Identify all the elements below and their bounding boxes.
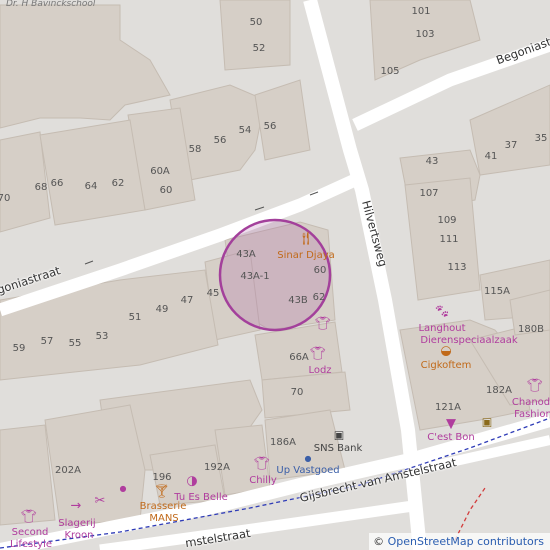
house-number: 53 (95, 331, 109, 342)
house-number: 50 (249, 17, 263, 28)
house-number: 56 (263, 121, 277, 132)
poi-label-sns-bank[interactable]: SNS Bank (314, 444, 362, 454)
map-view[interactable]: Dr. H Bavinckschool Hilvertsweg Begonias… (0, 0, 550, 550)
shirt-icon[interactable]: 👕︎ (527, 380, 544, 393)
poi-label-mans[interactable]: MANS (149, 514, 178, 524)
house-number: 43A-1 (240, 271, 270, 282)
building-62-68 (39, 119, 146, 226)
poi-label-dierenspeciaalzaak[interactable]: Dierenspeciaalzaak (420, 336, 517, 346)
house-number: 115A (484, 286, 510, 297)
house-number: 70 (0, 193, 11, 204)
house-number: 121A (435, 402, 461, 413)
house-number: 51 (128, 312, 142, 323)
house-number: 45 (206, 288, 220, 299)
house-number: 57 (40, 336, 54, 347)
house-number: 105 (380, 66, 400, 77)
hairdresser-icon[interactable]: ◑ (186, 475, 197, 488)
poi-label-sinar-djaya[interactable]: Sinar Djaya (277, 251, 335, 261)
house-number: 56 (213, 135, 227, 146)
attribution-link[interactable]: OpenStreetMap contributors (388, 535, 544, 548)
house-number: 55 (68, 338, 82, 349)
shop-dot-icon[interactable]: ● (120, 485, 127, 493)
house-number: 103 (415, 29, 435, 40)
shirt-icon[interactable]: 👕︎ (310, 348, 327, 361)
house-number: 37 (504, 140, 518, 151)
house-number: 52 (252, 43, 266, 54)
paw-icon[interactable]: 🐾︎ (434, 306, 451, 319)
building-70b (261, 371, 351, 419)
house-number: 60A (150, 166, 170, 177)
building-56 (254, 79, 311, 161)
shirt-icon[interactable]: 👕︎ (315, 318, 332, 331)
butcher-icon[interactable]: → (71, 500, 82, 513)
house-number: 62 (312, 292, 326, 303)
house-number: 66 (50, 178, 64, 189)
poi-label-brasserie[interactable]: Brasserie (140, 502, 187, 512)
house-number: 43 (425, 156, 439, 167)
house-number: 180B (518, 324, 544, 335)
house-number: 41 (484, 151, 498, 162)
poi-label-lifestyle[interactable]: Lifestyle (10, 540, 52, 550)
house-number: 43A (236, 249, 256, 260)
bank-icon[interactable]: ▣ (334, 430, 344, 441)
shirt-icon[interactable]: 👕︎ (254, 458, 271, 471)
poi-label-chilly[interactable]: Chilly (249, 476, 277, 486)
house-number: 58 (188, 144, 202, 155)
knife-icon[interactable]: ✂︎ (95, 495, 106, 508)
bank-note-icon[interactable]: ▣ (482, 417, 492, 428)
house-number: 54 (238, 125, 252, 136)
poi-label-chanod[interactable]: Chanod (512, 398, 550, 408)
fork-knife-icon[interactable]: 🍴︎ (298, 233, 315, 246)
house-number: 182A (486, 385, 512, 396)
house-number: 101 (411, 6, 431, 17)
poi-label-cigkoftem[interactable]: Cigkoftem (421, 361, 472, 371)
house-number: 35 (534, 133, 548, 144)
poi-label-lodz[interactable]: Lodz (308, 366, 331, 376)
copyright-symbol: © (373, 535, 385, 548)
house-number: 186A (270, 437, 296, 448)
house-number: 60 (159, 185, 173, 196)
house-number: 60 (313, 265, 327, 276)
house-number: 196 (152, 472, 172, 483)
poi-label-up-vastgoed[interactable]: Up Vastgoed (276, 466, 339, 476)
house-number: 59 (12, 343, 26, 354)
map-attribution[interactable]: © OpenStreetMap contributors (369, 533, 550, 550)
poi-label-fashion[interactable]: Fashion (514, 410, 550, 420)
house-number: 70 (290, 387, 304, 398)
house-number: 43B (288, 295, 308, 306)
house-number: 192A (204, 462, 230, 473)
house-number: 68 (34, 182, 48, 193)
house-number: 47 (180, 295, 194, 306)
shopping-bag-icon[interactable]: ▼ (446, 418, 456, 431)
house-number: 49 (155, 304, 169, 315)
poi-label-slagerij[interactable]: Slagerij (58, 519, 95, 529)
poi-label-cest-bon[interactable]: C'est Bon (427, 433, 475, 443)
building-50-52 (219, 0, 291, 71)
shirt-icon[interactable]: 👕︎ (21, 511, 38, 524)
house-number: 113 (447, 262, 467, 273)
office-dot-icon[interactable]: ● (305, 455, 312, 463)
cocktail-icon[interactable]: 🍸︎ (154, 486, 171, 499)
house-number: 107 (419, 188, 439, 199)
house-number: 202A (55, 465, 81, 476)
house-number: 111 (439, 234, 459, 245)
house-number: 66A (289, 352, 309, 363)
house-number: 62 (111, 178, 125, 189)
map-canvas[interactable] (0, 0, 550, 550)
house-number: 64 (84, 181, 98, 192)
poi-label-second[interactable]: Second (12, 528, 49, 538)
house-number: 109 (437, 215, 457, 226)
burger-icon[interactable]: ◒ (440, 345, 451, 358)
poi-label-langhout[interactable]: Langhout (418, 324, 465, 334)
school-label: Dr. H Bavinckschool (6, 0, 96, 9)
poi-label-kroon[interactable]: Kroon (64, 531, 93, 541)
